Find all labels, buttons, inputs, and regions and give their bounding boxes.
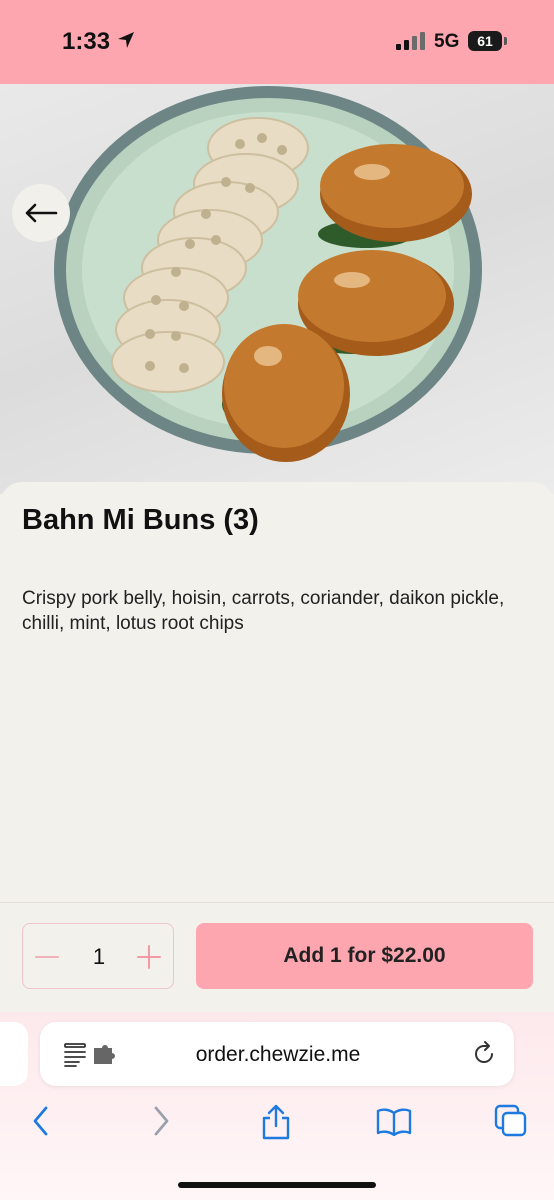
forward-nav-icon[interactable] bbox=[150, 1104, 172, 1143]
item-description: Crispy pork belly, hoisin, carrots, cori… bbox=[22, 588, 505, 634]
url-text: order.chewzie.me bbox=[195, 1043, 361, 1066]
home-indicator bbox=[178, 1182, 376, 1188]
add-to-cart-button[interactable]: Add 1 for $22.00 bbox=[196, 923, 533, 989]
back-nav-icon[interactable] bbox=[30, 1104, 52, 1143]
share-icon[interactable] bbox=[260, 1104, 292, 1145]
reload-icon[interactable] bbox=[470, 1040, 498, 1073]
tabs-icon[interactable] bbox=[494, 1104, 528, 1143]
signal-icon bbox=[396, 32, 426, 55]
battery-icon: 61 bbox=[468, 31, 502, 51]
back-button[interactable] bbox=[12, 184, 70, 242]
reader-icon[interactable] bbox=[64, 1042, 88, 1073]
back-arrow-icon bbox=[25, 203, 58, 223]
food-illustration bbox=[54, 86, 482, 462]
status-bar: 1:33 5G 61 bbox=[0, 0, 554, 84]
quantity-stepper[interactable]: 1 bbox=[22, 923, 174, 989]
previous-tab-preview[interactable] bbox=[0, 1022, 28, 1086]
hero-food-image bbox=[0, 84, 554, 494]
item-title: Bahn Mi Buns (3) bbox=[22, 504, 259, 536]
battery-cap bbox=[504, 37, 507, 45]
bookmarks-icon[interactable] bbox=[376, 1108, 412, 1141]
extension-icon[interactable] bbox=[92, 1044, 118, 1071]
item-sheet bbox=[0, 482, 554, 902]
network-label: 5G bbox=[434, 31, 460, 52]
status-time: 1:33 bbox=[62, 28, 111, 55]
plus-icon[interactable] bbox=[135, 943, 163, 976]
location-arrow-icon bbox=[116, 30, 136, 55]
